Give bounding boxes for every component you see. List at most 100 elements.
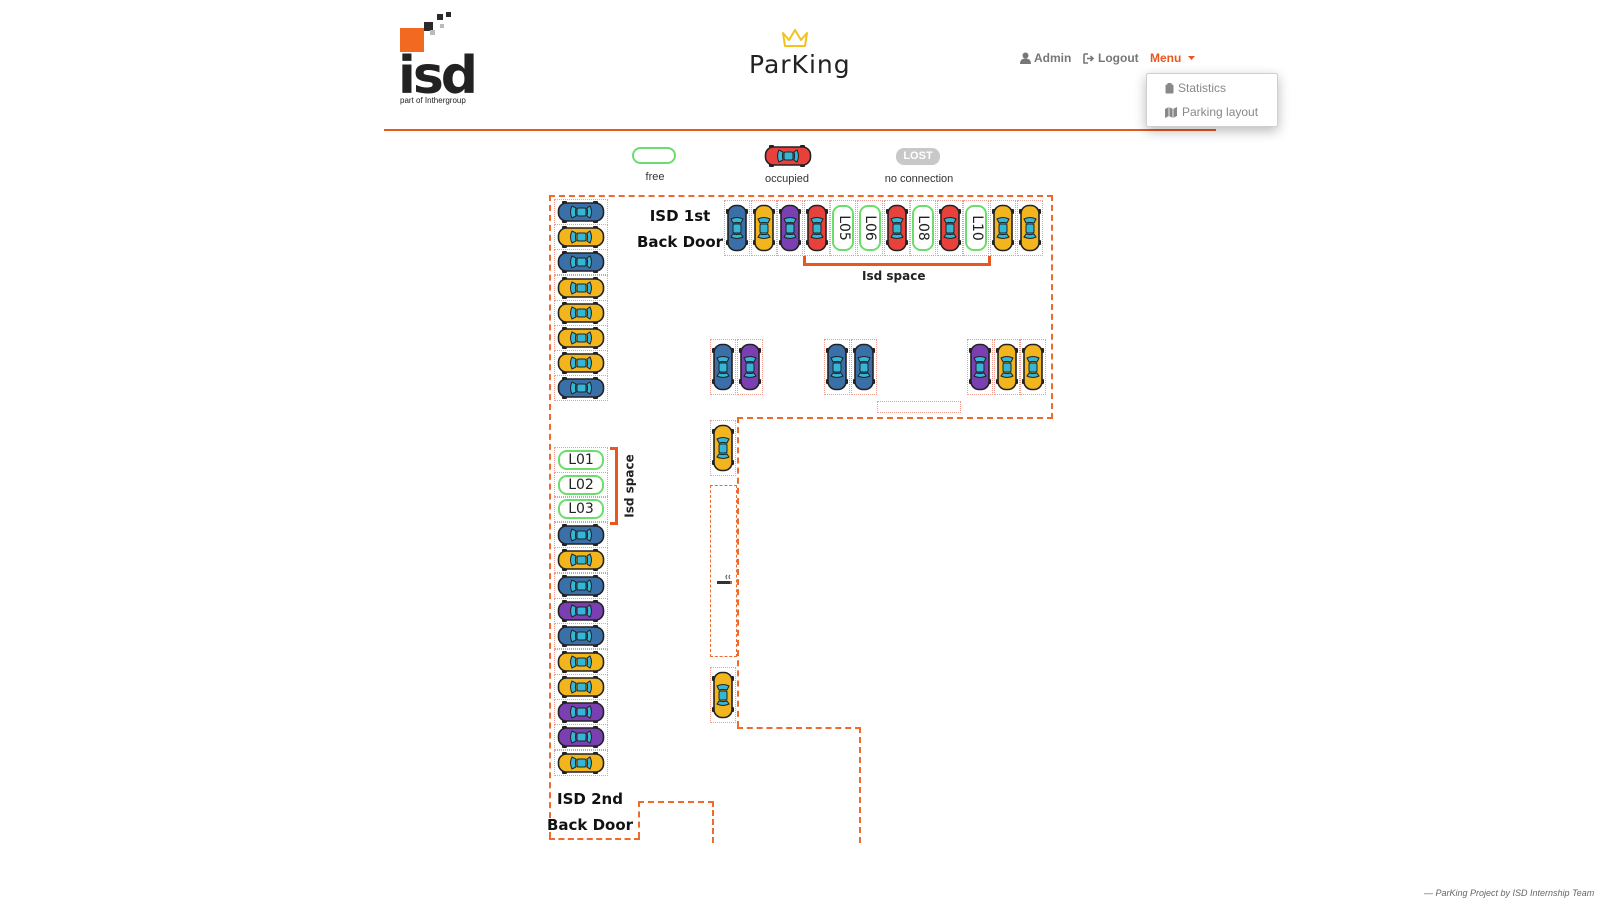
parked-car-left-b-5	[557, 625, 605, 652]
isd-space-top-bracket-right-tick	[988, 256, 991, 266]
admin-label: Admin	[1034, 51, 1072, 65]
door-2-line2: Back Door	[546, 816, 634, 834]
slot-box-left	[554, 471, 608, 498]
isd-space-left-bracket-bottom-tick	[610, 522, 618, 525]
menu-dropdown-toggle[interactable]: Menu	[1150, 51, 1196, 65]
parked-car-left-a-8	[557, 377, 605, 404]
door-2-line1: ISD 2nd	[557, 790, 623, 808]
zone-placeholder-slot	[877, 401, 961, 413]
logout-link[interactable]: Logout	[1083, 51, 1139, 65]
parked-car-left-a-3	[557, 251, 605, 278]
free-slot-L03-label: L03	[568, 501, 594, 517]
slot-box-top	[830, 200, 857, 256]
map-outline-step-c	[712, 801, 714, 843]
slot-box-top	[777, 200, 804, 256]
parked-car-left-b-2	[557, 549, 605, 576]
parked-car-right-2	[712, 671, 734, 724]
isd-space-top-label: Isd space	[862, 269, 926, 283]
slot-box-top	[883, 200, 910, 256]
parked-car-left-b-4	[557, 599, 605, 627]
slot-box-top	[936, 200, 963, 256]
map-outline-bottom-left	[549, 838, 640, 840]
menu-dropdown: Statistics Parking layout	[1146, 73, 1278, 127]
slot-box-left	[554, 249, 608, 276]
slot-box-right	[710, 420, 736, 476]
slot-box-left	[554, 447, 608, 473]
slot-box-mid	[993, 339, 1020, 395]
slot-box-left	[554, 547, 608, 574]
parked-car-mid-a-1	[712, 343, 734, 396]
free-slot-L03: L03	[558, 499, 604, 519]
door-1-line2: Back Door	[636, 233, 724, 251]
slot-box-top	[803, 200, 830, 256]
map-outline-inner-bottom	[737, 727, 861, 729]
parked-car-left-b-9	[557, 726, 605, 753]
parked-car-top-3	[779, 204, 802, 257]
map-outline-inner-top	[737, 417, 1053, 419]
isd-space-left-label: Isd space	[622, 454, 637, 518]
parked-car-mid-c-2	[995, 343, 1018, 396]
isd-space-left-bracket-top-tick	[610, 447, 618, 450]
parked-car-top-4	[805, 204, 828, 257]
free-slot-L05: L05	[832, 205, 855, 251]
slot-box-right	[710, 667, 736, 723]
slot-box-left	[554, 375, 608, 402]
parked-car-left-b-3	[557, 574, 605, 602]
dropdown-item-statistics[interactable]: Statistics	[1147, 76, 1277, 100]
parked-car-left-a-2	[557, 226, 605, 253]
free-slot-L01: L01	[558, 450, 604, 470]
crown-icon	[782, 29, 808, 47]
legend-lost-badge: LOST	[896, 148, 940, 165]
isd-space-top-bracket	[803, 263, 991, 266]
parked-car-top-12	[1018, 204, 1041, 257]
free-slot-L08: L08	[912, 205, 935, 251]
slot-box-left	[554, 496, 608, 522]
map-outline-step-b	[638, 801, 714, 803]
parked-car-left-b-6	[557, 650, 605, 678]
door-1-label: ISD 1st Back Door	[630, 203, 730, 255]
legend-occupied-label: occupied	[764, 173, 810, 185]
free-slot-L01-label: L01	[568, 452, 594, 468]
slot-box-left	[554, 597, 608, 624]
slot-box-top	[857, 200, 883, 256]
parked-car-mid-a-2	[738, 343, 761, 396]
map-icon	[1165, 106, 1177, 118]
logo-text: isd	[398, 46, 478, 106]
parked-car-top-11	[992, 204, 1014, 257]
slot-box-left	[554, 274, 608, 301]
free-slot-L05-label: L05	[835, 215, 852, 241]
slot-box-top	[990, 200, 1016, 256]
smoking-icon	[717, 574, 732, 584]
free-slot-L10: L10	[965, 205, 988, 251]
slot-box-mid	[736, 339, 763, 395]
logout-label: Logout	[1098, 51, 1139, 65]
slot-box-left	[554, 648, 608, 675]
admin-link[interactable]: Admin	[1020, 51, 1071, 65]
parked-car-left-b-1	[557, 524, 605, 551]
slot-box-left	[554, 199, 608, 225]
slot-box-mid	[967, 339, 993, 395]
parked-car-mid-c-3	[1022, 343, 1045, 396]
free-slot-L06: L06	[859, 205, 881, 251]
parked-car-mid-b-2	[852, 343, 875, 396]
slot-box-left	[554, 350, 608, 377]
dropdown-item-parking-layout[interactable]: Parking layout	[1147, 100, 1277, 124]
slot-box-left	[554, 699, 608, 726]
caret-down-icon	[1188, 56, 1196, 60]
map-outline-top	[549, 195, 1053, 197]
parked-car-left-a-7	[557, 352, 605, 379]
map-outline-left	[549, 195, 551, 838]
parking-map: L05 L06 L08 L10 L01 L02 L03	[0, 0, 1600, 900]
map-outline-right	[1051, 195, 1053, 419]
parked-car-left-b-7	[557, 675, 605, 703]
legend-occupied-car	[764, 145, 812, 172]
parked-car-left-b-8	[557, 701, 605, 728]
menu-label: Menu	[1150, 51, 1182, 65]
clipboard-icon	[1165, 82, 1174, 93]
footer-credit: — ParKing Project by ISD Internship Team	[1424, 888, 1595, 898]
header-divider	[384, 129, 1216, 131]
slot-box-left	[554, 299, 608, 326]
legend-free-slot	[632, 147, 676, 164]
company-logo: isd part of Inthergroup	[398, 12, 490, 107]
legend-free-label: free	[645, 171, 665, 183]
